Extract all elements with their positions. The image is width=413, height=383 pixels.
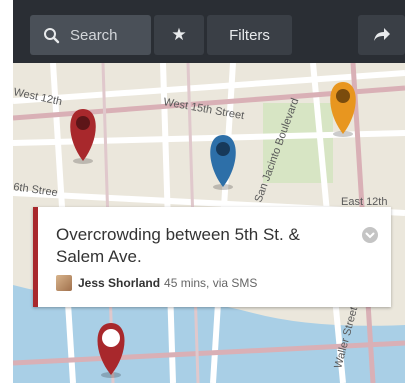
report-title: Overcrowding between 5th St. & Salem Ave… (56, 225, 300, 266)
share-icon (373, 28, 390, 41)
expand-button[interactable] (362, 227, 378, 243)
share-button[interactable] (358, 15, 405, 55)
filters-button[interactable]: Filters (207, 15, 292, 55)
author-name: Jess Shorland (78, 276, 161, 290)
search-icon (44, 27, 60, 43)
favorites-button[interactable]: ★ (154, 15, 204, 55)
search-label: Search (70, 26, 118, 44)
search-button[interactable]: Search (30, 15, 151, 55)
star-icon: ★ (171, 25, 187, 44)
app-screen: West 12th West 15th Street San Jacinto B… (13, 0, 405, 383)
top-toolbar: Search ★ Filters (13, 0, 405, 63)
report-byline: Jess Shorland 45 mins, via SMS (56, 275, 257, 291)
report-card[interactable]: Overcrowding between 5th St. & Salem Ave… (33, 207, 391, 307)
filters-label: Filters (229, 26, 270, 44)
avatar (56, 275, 72, 291)
chevron-down-icon (365, 232, 375, 239)
report-meta: 45 mins, via SMS (164, 276, 258, 290)
